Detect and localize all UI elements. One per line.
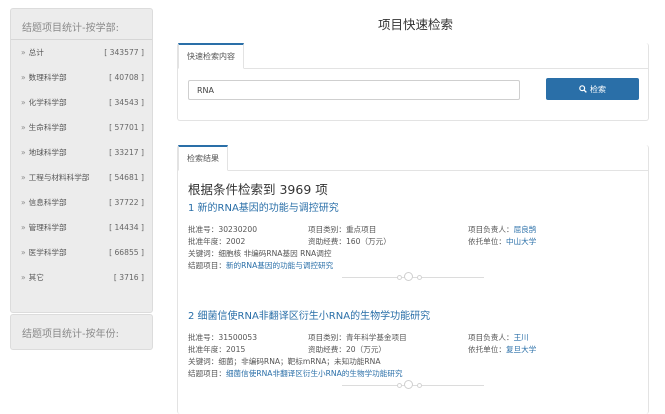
sidebar-item-count: [ 3716 ] (113, 273, 144, 282)
double-chevron-right-icon: » (21, 248, 26, 257)
sidebar-item-count: [ 343577 ] (104, 48, 144, 57)
sidebar-item-count: [ 57701 ] (109, 123, 144, 132)
subject-stats-panel: 结题项目统计-按学部: » 总计 [ 343577 ] » 数理科学部 [ 40708 ]… (10, 8, 153, 313)
sidebar-item[interactable]: » 数理科学部 [ 40708 ] (11, 65, 152, 90)
project-type: 青年科学基金项目 (345, 333, 407, 342)
funding-amount: 20（万元） (345, 345, 387, 354)
double-chevron-right-icon: » (21, 98, 26, 107)
sidebar-item[interactable]: » 管理科学部 [ 14434 ] (11, 215, 152, 240)
sidebar-item[interactable]: » 化学科学部 [ 34543 ] (11, 90, 152, 115)
quick-search-card: 快速检索内容 检索 (177, 43, 649, 121)
organization-link[interactable]: 中山大学 (506, 237, 536, 246)
sidebar-item-label: » 数理科学部 (21, 73, 67, 82)
double-chevron-right-icon: » (21, 173, 26, 182)
search-button-label: 检索 (590, 84, 606, 94)
result-separator (188, 380, 640, 390)
report-link[interactable]: 新的RNA基因的功能与调控研究 (226, 261, 333, 270)
result-title-link[interactable]: 1 新的RNA基因的功能与调控研究 (188, 202, 640, 216)
search-button[interactable]: 检索 (546, 78, 639, 100)
double-chevron-right-icon: » (21, 48, 26, 57)
double-chevron-right-icon: » (21, 273, 26, 282)
double-chevron-right-icon: » (21, 198, 26, 207)
project-type: 重点项目 (345, 225, 377, 234)
approval-number: 31500053 (218, 333, 258, 342)
tab-divider (178, 170, 648, 171)
sidebar-item-label: » 管理科学部 (21, 223, 67, 232)
result-item: 1 新的RNA基因的功能与调控研究 批准号：30230200 项目类别：重点项目… (188, 202, 640, 282)
double-chevron-right-icon: » (21, 223, 26, 232)
approval-number: 30230200 (218, 225, 258, 234)
approval-year: 2015 (225, 345, 246, 354)
sidebar-item-label: » 医学科学部 (21, 248, 67, 257)
sidebar-item-count: [ 66855 ] (109, 248, 144, 257)
year-stats-panel[interactable]: 结题项目统计-按年份: (10, 314, 153, 350)
year-stats-title[interactable]: 结题项目统计-按年份: (11, 315, 152, 346)
sidebar-item[interactable]: » 总计 [ 343577 ] (11, 40, 152, 65)
page-title: 项目快速检索 (377, 17, 453, 32)
sidebar-item-label: » 工程与材料科学部 (21, 173, 90, 182)
sidebar-item-count: [ 34543 ] (109, 98, 144, 107)
sidebar-item-count: [ 54681 ] (109, 173, 144, 182)
tab-results[interactable]: 检索结果 (178, 145, 228, 171)
result-meta: 批准号：30230200 项目类别：重点项目 项目负责人：屈良鹄 批准年度：20… (188, 225, 537, 258)
result-separator (188, 272, 640, 282)
sidebar-item-label: » 其它 (21, 273, 44, 282)
project-leader-link[interactable]: 王川 (514, 333, 529, 342)
double-chevron-right-icon: » (21, 123, 26, 132)
keywords: 关键词：细胞核 非编码RNA基因 RNA调控 (188, 249, 332, 258)
sidebar-item[interactable]: » 工程与材料科学部 [ 54681 ] (11, 165, 152, 190)
double-chevron-right-icon: » (21, 73, 26, 82)
sidebar-item-count: [ 40708 ] (109, 73, 144, 82)
sidebar-item[interactable]: » 地球科学部 [ 33217 ] (11, 140, 152, 165)
sidebar-item[interactable]: » 信息科学部 [ 37722 ] (11, 190, 152, 215)
result-count-heading: 根据条件检索到 3969 项 (188, 182, 328, 197)
funding-amount: 160（万元） (345, 237, 391, 246)
sidebar-item-label: » 生命科学部 (21, 123, 67, 132)
search-input[interactable] (188, 80, 520, 100)
sidebar-item[interactable]: » 其它 [ 3716 ] (11, 265, 152, 290)
tab-divider (178, 68, 648, 69)
keywords: 关键词：细菌；非编码RNA；靶标mRNA；未知功能RNA (188, 357, 381, 366)
result-meta: 批准号：31500053 项目类别：青年科学基金项目 项目负责人：王川 批准年度… (188, 333, 537, 366)
organization-link[interactable]: 复旦大学 (506, 345, 536, 354)
results-card: 检索结果 根据条件检索到 3969 项 1 新的RNA基因的功能与调控研究 批准… (177, 145, 649, 414)
tab-quick-search[interactable]: 快速检索内容 (178, 43, 244, 69)
report-link[interactable]: 细菌信使RNA非翻译区衍生小RNA的生物学功能研究 (226, 369, 403, 378)
subject-list: » 总计 [ 343577 ] » 数理科学部 [ 40708 ] » 化学科学部 [ 3454… (11, 40, 152, 290)
sidebar-item-count: [ 37722 ] (109, 198, 144, 207)
sidebar-item-label: » 化学科学部 (21, 98, 67, 107)
sidebar-item[interactable]: » 医学科学部 [ 66855 ] (11, 240, 152, 265)
sidebar-item-label: » 地球科学部 (21, 148, 67, 157)
sidebar-item-label: » 信息科学部 (21, 198, 67, 207)
search-icon (579, 85, 587, 93)
sidebar-item[interactable]: » 生命科学部 [ 57701 ] (11, 115, 152, 140)
approval-year: 2002 (225, 237, 246, 246)
project-leader-link[interactable]: 屈良鹄 (514, 225, 537, 234)
subject-stats-title: 结题项目统计-按学部: (11, 9, 152, 40)
report-line: 结题项目：新的RNA基因的功能与调控研究 (188, 261, 334, 270)
double-chevron-right-icon: » (21, 148, 26, 157)
report-line: 结题项目：细菌信使RNA非翻译区衍生小RNA的生物学功能研究 (188, 369, 403, 378)
result-title-link[interactable]: 2 细菌信使RNA非翻译区衍生小RNA的生物学功能研究 (188, 310, 640, 324)
sidebar-item-count: [ 14434 ] (109, 223, 144, 232)
result-item: 2 细菌信使RNA非翻译区衍生小RNA的生物学功能研究 批准号：31500053… (188, 310, 640, 390)
sidebar-item-label: » 总计 (21, 48, 44, 57)
sidebar-item-count: [ 33217 ] (109, 148, 144, 157)
